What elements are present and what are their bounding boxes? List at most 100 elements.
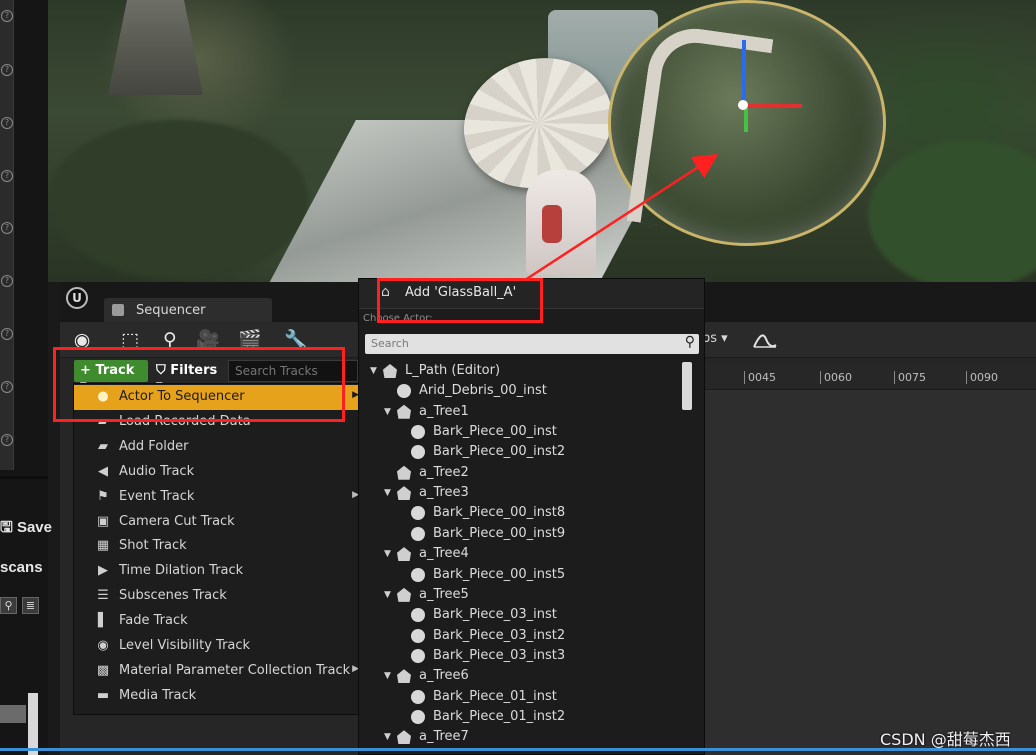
fps-dropdown[interactable]: ps ▾	[702, 331, 728, 346]
timeline-area[interactable]: 0045 0060 0075 0090	[700, 364, 1036, 755]
actor-group-icon	[397, 465, 411, 480]
curve-editor-icon[interactable]	[752, 327, 778, 351]
menu-item-label: Time Dilation Track	[119, 563, 244, 579]
static-mesh-icon	[411, 608, 425, 623]
expand-arrow-icon[interactable]: ▼	[384, 671, 391, 681]
tab-sequencer[interactable]: Sequencer	[104, 298, 272, 324]
progress-bar	[0, 705, 26, 723]
menu-item-camera-cut-track[interactable]: ▣ Camera Cut Track	[74, 510, 361, 535]
level-icon	[383, 364, 397, 378]
info-icon[interactable]: ?	[1, 64, 13, 76]
actor-tree-label: Bark_Piece_00_inst	[433, 424, 557, 440]
actor-picker-popup: ⌂ Add 'GlassBall_A' Choose Actor: Search…	[358, 278, 705, 755]
actor-search-input[interactable]: Search ⚲	[365, 334, 699, 354]
foliage-decor	[868, 140, 1036, 282]
menu-item-label: Event Track	[119, 488, 195, 504]
track-menu: ● Actor To Sequencer ▶ ▰ Load Recorded Data ▰…	[73, 383, 361, 715]
info-icon[interactable]: ?	[1, 117, 13, 129]
expand-arrow-icon[interactable]: ▼	[384, 549, 391, 559]
flag-icon: ⚑	[97, 488, 109, 504]
info-icon[interactable]: ?	[1, 170, 13, 182]
menu-item-level-visibility-track[interactable]: ◉ Level Visibility Track	[74, 634, 361, 659]
static-mesh-icon	[411, 709, 425, 724]
menu-item-fade-track[interactable]: ▌ Fade Track	[74, 609, 361, 634]
time-ruler[interactable]: 0045 0060 0075 0090	[700, 364, 1036, 390]
info-icon[interactable]: ?	[1, 381, 13, 393]
info-icon[interactable]: ?	[1, 275, 13, 287]
actor-group-icon	[397, 404, 411, 419]
expand-arrow-icon[interactable]: ▼	[384, 407, 391, 417]
gizmo-y-axis[interactable]	[744, 108, 748, 132]
gizmo-x-axis[interactable]	[746, 104, 802, 108]
ruler-tick: 0090	[966, 371, 998, 384]
menu-item-label: Media Track	[119, 687, 197, 703]
actor-group-icon	[397, 486, 411, 501]
actor-tree-label: Arid_Debris_00_inst	[419, 383, 547, 399]
actor-tree-label: Bark_Piece_00_inst8	[433, 505, 566, 521]
ruler-tick: 0075	[894, 371, 926, 384]
actor-search-placeholder: Search	[371, 337, 409, 350]
actor-tree-label: Bark_Piece_01_inst	[433, 688, 557, 704]
menu-item-label: Level Visibility Track	[119, 638, 251, 653]
actor-group-icon	[397, 669, 411, 684]
actor-tree-label: Bark_Piece_03_inst	[433, 607, 557, 623]
speaker-icon: ◀	[98, 463, 108, 479]
annotation-box-track-menu	[53, 347, 345, 422]
gradient-icon: ▌	[98, 613, 108, 629]
ruler-tick: 0060	[820, 371, 852, 384]
menu-item-event-track[interactable]: ⚑ Event Track ▶	[74, 485, 361, 510]
menu-item-time-dilation-track[interactable]: ▶ Time Dilation Track	[74, 559, 361, 584]
menu-item-label: Camera Cut Track	[119, 513, 235, 529]
expand-arrow-icon[interactable]: ▼	[384, 732, 391, 742]
static-mesh-icon	[411, 628, 425, 643]
menu-item-add-folder[interactable]: ▰ Add Folder	[74, 435, 361, 460]
level-viewport[interactable]	[48, 0, 1036, 282]
menu-item-audio-track[interactable]: ◀ Audio Track	[74, 460, 361, 485]
actor-tree-label: a_Tree2	[419, 464, 469, 480]
actor-group-icon	[397, 587, 411, 602]
kimono-sash	[542, 205, 562, 243]
static-mesh-icon	[411, 526, 425, 541]
info-icon[interactable]: ?	[1, 328, 13, 340]
gizmo-z-axis[interactable]	[742, 40, 746, 102]
actor-tree-label: a_Tree6	[419, 668, 469, 684]
actor-tree-label: Bark_Piece_03_inst2	[433, 627, 566, 643]
menu-item-label: Shot Track	[119, 538, 187, 554]
static-mesh-icon	[411, 689, 425, 704]
expand-arrow-icon[interactable]: ▼	[384, 590, 391, 600]
info-icon[interactable]: ?	[1, 222, 13, 234]
menu-item-material-parameter-collection-track[interactable]: ▩ Material Parameter Collection Track ▶	[74, 659, 361, 684]
actor-tree-label: L_Path (Editor)	[405, 363, 501, 378]
foliage-decor	[48, 120, 308, 280]
actor-tree-label: Bark_Piece_03_inst3	[433, 647, 566, 663]
actor-tree-label: Bark_Piece_00_inst2	[433, 444, 566, 460]
save-label: Save	[16, 519, 52, 536]
info-icon[interactable]: ?	[1, 434, 13, 446]
menu-item-shot-track[interactable]: ▦ Shot Track	[74, 534, 361, 559]
menu-item-label: Material Parameter Collection Track	[119, 662, 351, 678]
left-panel: ? ? ? ? ? ? ? ? ? 🖫 Save scans ⚲ ≣	[0, 0, 52, 755]
magnifier-button[interactable]: ⚲	[0, 597, 17, 614]
menu-item-label: Fade Track	[119, 613, 188, 629]
actor-list-scrollbar[interactable]	[682, 362, 692, 410]
static-mesh-icon	[411, 445, 425, 460]
menu-item-subscenes-track[interactable]: ☰ Subscenes Track	[74, 584, 361, 609]
static-mesh-icon	[411, 567, 425, 582]
scroll-slider[interactable]	[28, 693, 38, 755]
menu-item-media-track[interactable]: ▬ Media Track	[74, 684, 361, 709]
search-icon: ⚲	[684, 334, 695, 350]
actor-tree-label: a_Tree1	[419, 403, 469, 419]
info-icon[interactable]: ?	[1, 10, 13, 22]
static-mesh-icon	[397, 384, 411, 399]
media-icon: ▬	[96, 687, 110, 703]
divider	[0, 476, 48, 479]
tab-label: Sequencer	[136, 303, 206, 318]
list-view-button[interactable]: ≣	[22, 597, 39, 614]
gizmo-center[interactable]	[738, 100, 748, 110]
expand-arrow-icon[interactable]: ▼	[370, 366, 377, 376]
actor-tree-label: Bark_Piece_00_inst5	[433, 566, 566, 582]
actor-tree-label: a_Tree5	[419, 586, 469, 602]
expand-arrow-icon[interactable]: ▼	[384, 488, 391, 498]
film-icon: ▦	[96, 538, 110, 554]
save-button[interactable]: 🖫 Save	[0, 517, 60, 543]
